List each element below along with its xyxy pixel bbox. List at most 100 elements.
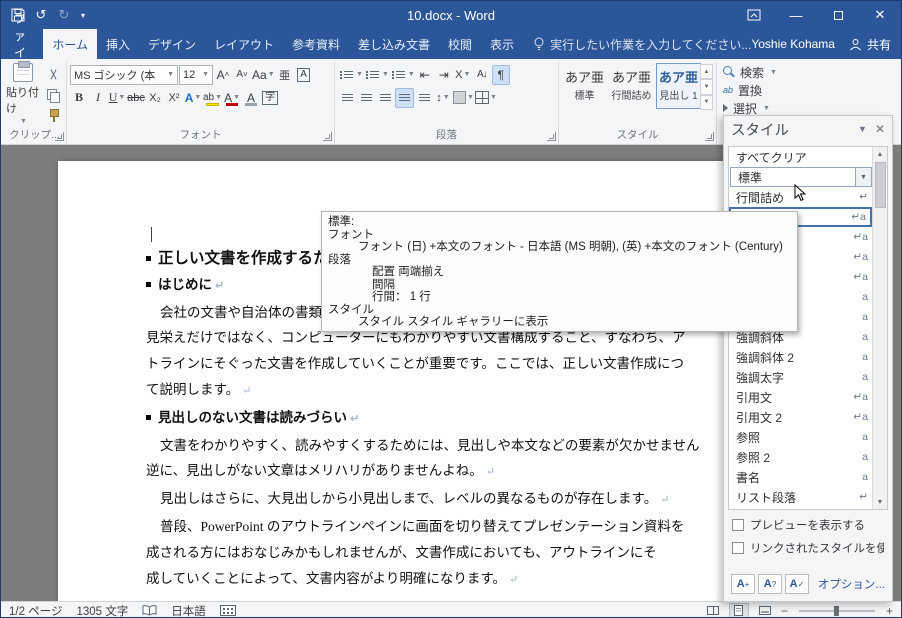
underline-button[interactable]: U ▼	[108, 88, 126, 108]
tab-file[interactable]: ファイル	[1, 12, 43, 77]
maximize-button[interactable]	[817, 1, 859, 29]
scroll-up-icon[interactable]: ▲	[873, 147, 887, 161]
style-dropdown-icon[interactable]: ▼	[854, 168, 871, 186]
ribbon-tab[interactable]: 挿入	[97, 29, 139, 59]
shading-button[interactable]: ▼	[453, 88, 474, 108]
bullet-list-button[interactable]: ▼	[338, 65, 363, 85]
scroll-thumb[interactable]	[874, 162, 886, 208]
style-item[interactable]: 参照 2 a ▼	[729, 447, 872, 467]
copy-button[interactable]	[43, 86, 63, 104]
customize-quick-access-icon[interactable]: ▾	[77, 5, 89, 25]
pane-options-icon[interactable]: ▼	[858, 124, 867, 134]
cut-button[interactable]	[43, 66, 63, 84]
style-item[interactable]: すべてクリア ▼	[729, 147, 872, 167]
change-case-button[interactable]: Aa ▼	[252, 65, 275, 85]
decrease-indent-button[interactable]: ⇤	[416, 65, 434, 85]
redo-icon[interactable]: ↻	[54, 5, 74, 25]
font-dialog-launcher[interactable]	[323, 132, 332, 141]
style-item[interactable]: 強調太字 a ▼	[729, 367, 872, 387]
align-left-button[interactable]	[338, 88, 356, 108]
superscript-button[interactable]: X²	[165, 88, 183, 108]
gallery-more-icon[interactable]: ▼	[700, 94, 713, 110]
font-color-button[interactable]: A ▼	[223, 88, 241, 108]
new-style-button[interactable]: A +	[731, 574, 755, 594]
show-preview-checkbox[interactable]: プレビューを表示する	[732, 517, 884, 533]
ribbon-tab[interactable]: レイアウト	[205, 29, 283, 59]
enclose-characters-button[interactable]: 字	[261, 88, 279, 108]
style-item[interactable]: リスト段落 ↵ ▼	[729, 487, 872, 507]
replace-button[interactable]: ab 置換	[720, 81, 810, 99]
style-inspector-button[interactable]: A?	[758, 574, 782, 594]
line-spacing-button[interactable]: ↕ ▼	[434, 88, 452, 108]
text-effects-button[interactable]: A ▼	[184, 88, 202, 108]
align-right-button[interactable]	[376, 88, 394, 108]
read-mode-button[interactable]	[703, 603, 723, 617]
ribbon-tab[interactable]: 校閲	[439, 29, 481, 59]
grow-font-button[interactable]: A ˄	[214, 65, 232, 85]
tell-me-box[interactable]: 実行したい作業を入力してください...	[533, 29, 751, 59]
character-shading-button[interactable]: A	[242, 88, 260, 108]
bold-button[interactable]: B	[70, 88, 88, 108]
zoom-slider[interactable]	[798, 605, 875, 616]
increase-indent-button[interactable]: ⇥	[435, 65, 453, 85]
web-layout-button[interactable]	[755, 603, 775, 617]
strikethrough-button[interactable]: abc	[127, 88, 145, 108]
ribbon-display-options-icon[interactable]	[733, 1, 775, 29]
language-indicator[interactable]: 日本語	[171, 603, 206, 618]
ribbon-tab[interactable]: 差し込み文書	[349, 29, 439, 59]
disable-linked-styles-checkbox[interactable]: リンクされたスタイルを使用不可に	[732, 540, 884, 556]
paste-button[interactable]: 貼り付け ▼	[6, 61, 40, 125]
gallery-down-icon[interactable]: ▼	[700, 79, 713, 95]
page-indicator[interactable]: 1/2 ページ	[9, 603, 62, 618]
zoom-out-button[interactable]: −	[781, 604, 788, 618]
shrink-font-button[interactable]: A ˅	[233, 65, 251, 85]
scroll-down-icon[interactable]: ▼	[873, 495, 887, 509]
ribbon-tab[interactable]: ホーム	[43, 29, 97, 59]
font-size-combo[interactable]: 12 ▼	[179, 64, 213, 85]
minimize-button[interactable]: —	[775, 1, 817, 29]
ribbon-tab[interactable]: 参考資料	[283, 29, 349, 59]
save-icon[interactable]	[8, 5, 28, 25]
sort-button[interactable]: A↓	[473, 65, 491, 85]
styles-options-link[interactable]: オプション...	[818, 576, 885, 592]
proofing-icon[interactable]	[142, 605, 157, 616]
style-item[interactable]: 強調斜体 2 a ▼	[729, 347, 872, 367]
find-button[interactable]: 検索 ▼	[720, 63, 810, 81]
zoom-in-button[interactable]: +	[886, 604, 893, 618]
pane-close-icon[interactable]: ✕	[875, 122, 885, 136]
style-item[interactable]: 参照 a ▼	[729, 427, 872, 447]
numbered-list-button[interactable]: ▼	[364, 65, 389, 85]
format-painter-button[interactable]	[43, 106, 63, 124]
asian-layout-button[interactable]: X ▼	[454, 65, 472, 85]
zoom-slider-thumb[interactable]	[833, 605, 839, 616]
print-layout-button[interactable]	[728, 603, 749, 617]
gallery-up-icon[interactable]: ▲	[700, 64, 713, 80]
clipboard-dialog-launcher[interactable]	[55, 132, 64, 141]
undo-icon[interactable]: ↺	[31, 5, 51, 25]
style-gallery-item[interactable]: あア亜 見出し 1	[656, 63, 701, 109]
justify-button[interactable]	[395, 87, 414, 108]
ruby-guide-button[interactable]: 亜	[276, 65, 294, 85]
distribute-button[interactable]	[415, 88, 433, 108]
character-border-button[interactable]: A	[295, 65, 313, 85]
ribbon-tab[interactable]: 表示	[481, 29, 523, 59]
borders-button[interactable]: ▼	[474, 88, 497, 108]
style-item[interactable]: 引用文 2 ↵a ▼	[729, 407, 872, 427]
multilevel-list-button[interactable]: ▼	[390, 65, 415, 85]
word-count[interactable]: 1305 文字	[76, 603, 128, 618]
manage-styles-button[interactable]: A ✓	[785, 574, 809, 594]
ribbon-tab[interactable]: デザイン	[139, 29, 205, 59]
styles-scrollbar[interactable]: ▲ ▼	[872, 147, 887, 509]
style-item[interactable]: 書名 a ▼	[729, 467, 872, 487]
font-name-combo[interactable]: MS ゴシック (本 ▼	[70, 64, 178, 85]
share-button[interactable]: 共有	[849, 36, 891, 53]
subscript-button[interactable]: X₂	[146, 88, 164, 108]
keyboard-icon[interactable]	[219, 605, 236, 616]
style-gallery-item[interactable]: あア亜 標準	[562, 63, 607, 109]
paragraph-dialog-launcher[interactable]	[547, 132, 556, 141]
highlight-button[interactable]: ab ▼	[203, 88, 222, 108]
style-item[interactable]: 引用文 ↵a ▼	[729, 387, 872, 407]
style-gallery-item[interactable]: あア亜 行間詰め	[609, 63, 654, 109]
formatting-marks-button[interactable]: ¶	[491, 64, 510, 85]
close-button[interactable]: ✕	[859, 1, 901, 29]
